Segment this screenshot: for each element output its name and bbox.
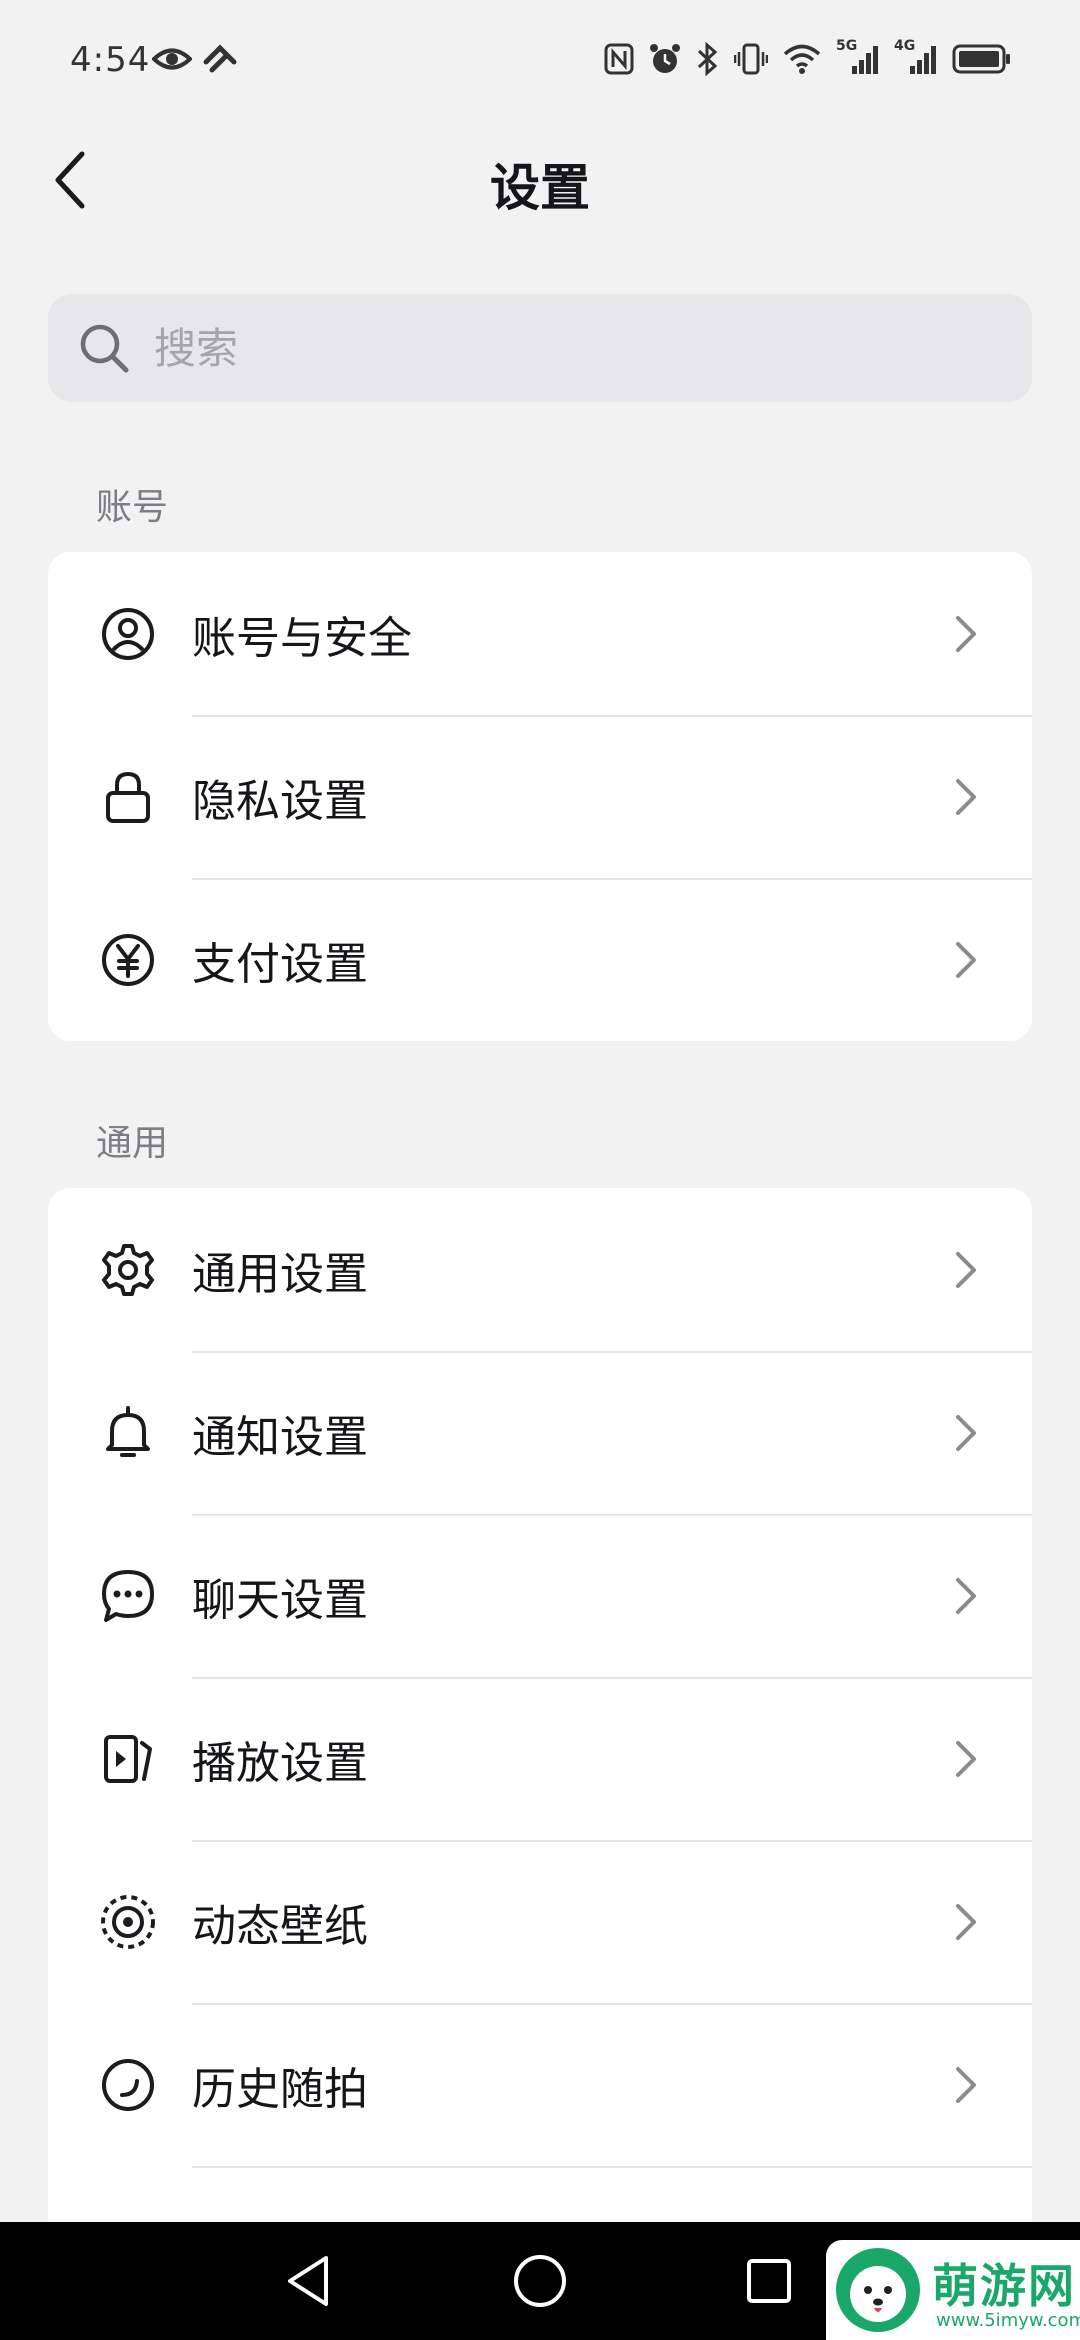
status-time: 4:54: [70, 40, 151, 80]
search-input[interactable]: [154, 323, 974, 373]
watermark-brand: 萌游网: [932, 2259, 1076, 2313]
signal-bars-icon: [910, 46, 936, 74]
settings-row-account-security[interactable]: 账号与安全: [48, 552, 1032, 715]
alarm-icon: [650, 44, 680, 73]
watermark: 萌游网 www.5imyw.com: [826, 2240, 1080, 2340]
status-left-icons: [152, 44, 238, 74]
settings-row-history[interactable]: 历史随拍: [48, 2003, 1032, 2166]
settings-row-playback[interactable]: 播放设置: [48, 1677, 1032, 1840]
chevron-right-icon: [956, 778, 976, 815]
section-label-account: 账号: [96, 487, 169, 528]
gear-icon: [102, 1243, 154, 1296]
nav-recents-button[interactable]: [736, 2248, 802, 2314]
user-circle-icon: [102, 607, 154, 660]
row-label: 支付设置: [192, 938, 368, 990]
bluetooth-icon: [697, 42, 718, 76]
wallpaper-icon: [101, 1894, 155, 1949]
square-recents-icon: [747, 2259, 791, 2303]
yen-icon: [102, 933, 154, 986]
settings-screen: 4:54 5G 4G 设置 搜索 账号 账号与安全 隐私设置 支付设置 通用 通…: [0, 0, 1080, 2340]
search-icon: [80, 324, 129, 373]
chevron-right-icon: [956, 2066, 976, 2103]
chevron-right-icon: [956, 941, 976, 978]
mascot-logo-icon: [836, 2248, 920, 2332]
bell-icon: [106, 1405, 150, 1457]
row-label: 账号与安全: [192, 612, 412, 664]
status-bar: 4:54 5G 4G: [0, 0, 1080, 120]
row-label: 动态壁纸: [192, 1900, 368, 1952]
eye-icon: [152, 48, 192, 70]
search-box[interactable]: [48, 294, 1032, 402]
wifi-icon: [783, 44, 821, 74]
settings-row-privacy[interactable]: 隐私设置: [48, 715, 1032, 878]
watermark-url: www.5imyw.com: [936, 2310, 1080, 2331]
settings-row-general[interactable]: 通用设置: [48, 1188, 1032, 1351]
lock-icon: [106, 771, 150, 823]
chevron-right-icon: [956, 1414, 976, 1451]
account-settings-card: 账号与安全 隐私设置 支付设置: [48, 552, 1032, 1041]
section-label-general: 通用: [96, 1123, 169, 1164]
settings-row-notification[interactable]: 通知设置: [48, 1351, 1032, 1514]
row-label: 通用设置: [192, 1248, 368, 1300]
row-label: 播放设置: [192, 1737, 368, 1789]
row-label: 历史随拍: [192, 2063, 368, 2115]
signal-5g: 5G: [836, 38, 880, 76]
circle-home-icon: [514, 2255, 566, 2307]
play-screen-icon: [104, 1734, 152, 1783]
chevron-right-icon: [956, 1740, 976, 1777]
history-icon: [102, 2058, 154, 2111]
chevron-right-icon: [956, 1251, 976, 1288]
chevron-right-icon: [956, 615, 976, 652]
nfc-icon: [604, 43, 634, 75]
row-label: 通知设置: [192, 1411, 368, 1463]
chat-bubble-icon: [102, 1569, 154, 1622]
header: 设置: [0, 130, 1080, 230]
signal-4g: 4G: [894, 38, 938, 76]
vibrate-icon: [734, 43, 768, 75]
triangle-back-icon: [288, 2256, 328, 2306]
row-label: 隐私设置: [192, 775, 368, 827]
general-settings-card: 通用设置 通知设置 聊天设置 播放设置 动态壁纸 历史随拍: [48, 1188, 1032, 2268]
battery-icon: [952, 44, 1010, 74]
chevron-right-icon: [956, 1577, 976, 1614]
page-title: 设置: [490, 159, 590, 217]
status-right-icons: 5G 4G: [604, 38, 1012, 76]
settings-row-chat[interactable]: 聊天设置: [48, 1514, 1032, 1677]
chevron-right-icon: [956, 1903, 976, 1940]
settings-row-wallpaper[interactable]: 动态壁纸: [48, 1840, 1032, 2003]
row-label: 聊天设置: [192, 1574, 368, 1626]
nav-home-button[interactable]: [507, 2248, 573, 2314]
app-status-icon: [203, 44, 237, 73]
nav-back-button[interactable]: [276, 2248, 342, 2314]
signal-bars-icon: [852, 46, 878, 74]
settings-row-payment[interactable]: 支付设置: [48, 878, 1032, 1041]
